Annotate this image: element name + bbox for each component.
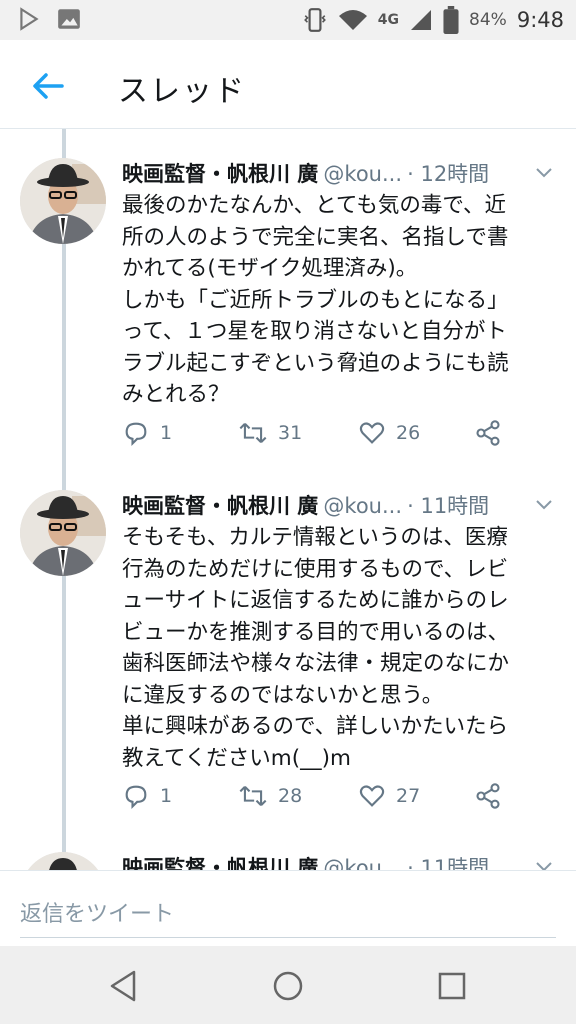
image-notification-icon bbox=[58, 9, 80, 29]
recents-square-icon[interactable] bbox=[434, 968, 470, 1004]
author-name[interactable]: 映画監督・帆根川 廣 bbox=[122, 856, 318, 870]
reply-count: 1 bbox=[160, 422, 173, 444]
like-button[interactable]: 27 bbox=[358, 782, 420, 810]
tweet-text: 最後のかたなんか、とても気の毒で、近 所の人のようで完全に実名、名指しで書 かれ… bbox=[122, 193, 509, 407]
status-bar: 4G 84% 9:48 bbox=[0, 0, 576, 40]
tweet-timestamp: · 11時間 bbox=[407, 494, 490, 518]
share-icon bbox=[476, 783, 500, 809]
app-header: スレッド bbox=[0, 40, 576, 129]
retweet-icon bbox=[239, 423, 267, 443]
play-store-notification-icon bbox=[20, 7, 39, 31]
signal-icon bbox=[411, 10, 432, 30]
chevron-down-icon[interactable] bbox=[532, 492, 556, 516]
heart-icon bbox=[359, 785, 385, 807]
author-handle[interactable]: @kou... bbox=[323, 162, 402, 186]
author-handle[interactable]: @kou... bbox=[323, 494, 402, 518]
reply-icon bbox=[125, 785, 147, 810]
reply-composer bbox=[0, 870, 576, 947]
reply-input[interactable] bbox=[20, 891, 556, 938]
tweet-header: 映画監督・帆根川 廣 @kou... · 11時間 bbox=[122, 490, 556, 522]
tweet-timestamp: · 11時間 bbox=[407, 856, 490, 870]
battery-percent: 84% bbox=[469, 10, 507, 30]
tweet-item[interactable]: 映画監督・帆根川 廣 @kou... · 11時間 そもそも、カルテ情報というの… bbox=[0, 486, 576, 846]
chevron-down-icon[interactable] bbox=[532, 854, 556, 870]
avatar[interactable] bbox=[20, 158, 106, 244]
system-nav-bar bbox=[0, 946, 576, 1024]
avatar[interactable] bbox=[20, 490, 106, 576]
tweet-header: 映画監督・帆根川 廣 @kou... · 12時間 bbox=[122, 158, 556, 190]
share-button[interactable] bbox=[474, 419, 502, 447]
tweet-timestamp: · 12時間 bbox=[407, 162, 490, 186]
home-circle-icon[interactable] bbox=[270, 968, 306, 1004]
wifi-icon bbox=[338, 10, 367, 30]
reply-button[interactable]: 1 bbox=[122, 782, 172, 810]
retweet-icon bbox=[239, 786, 267, 806]
vibrate-icon bbox=[303, 8, 326, 32]
chevron-down-icon[interactable] bbox=[532, 160, 556, 184]
tweet-actions: 1 28 27 bbox=[122, 782, 522, 816]
author-name[interactable]: 映画監督・帆根川 廣 bbox=[122, 494, 318, 518]
back-triangle-icon[interactable] bbox=[106, 968, 142, 1004]
tweet-item[interactable]: 映画監督・帆根川 廣 @kou... · 11時間 bbox=[0, 848, 576, 870]
retweet-button[interactable]: 31 bbox=[238, 419, 302, 447]
retweet-count: 31 bbox=[278, 422, 303, 444]
author-handle[interactable]: @kou... bbox=[323, 856, 402, 870]
tweet-item[interactable]: 映画監督・帆根川 廣 @kou... · 12時間 最後のかたなんか、とても気の… bbox=[0, 154, 576, 474]
network-type: 4G bbox=[377, 12, 400, 28]
share-button[interactable] bbox=[474, 782, 502, 810]
reply-count: 1 bbox=[160, 785, 173, 807]
author-name[interactable]: 映画監督・帆根川 廣 bbox=[122, 162, 318, 186]
battery-icon bbox=[443, 6, 459, 34]
retweet-count: 28 bbox=[278, 785, 303, 807]
reply-button[interactable]: 1 bbox=[122, 419, 172, 447]
clock: 9:48 bbox=[516, 8, 564, 32]
share-icon bbox=[476, 420, 500, 446]
retweet-button[interactable]: 28 bbox=[238, 782, 302, 810]
back-arrow-icon[interactable] bbox=[28, 66, 68, 106]
like-count: 27 bbox=[396, 785, 421, 807]
avatar[interactable] bbox=[20, 852, 106, 870]
tweet-header: 映画監督・帆根川 廣 @kou... · 11時間 bbox=[122, 852, 556, 870]
tweet-actions: 1 31 26 bbox=[122, 419, 522, 453]
reply-icon bbox=[125, 422, 147, 447]
like-count: 26 bbox=[396, 422, 421, 444]
heart-icon bbox=[359, 422, 385, 444]
page-title: スレッド bbox=[118, 74, 246, 109]
like-button[interactable]: 26 bbox=[358, 419, 420, 447]
tweet-text: そもそも、カルテ情報というのは、医療 行為のためだけに使用するもので、レビ ュー… bbox=[122, 525, 510, 771]
